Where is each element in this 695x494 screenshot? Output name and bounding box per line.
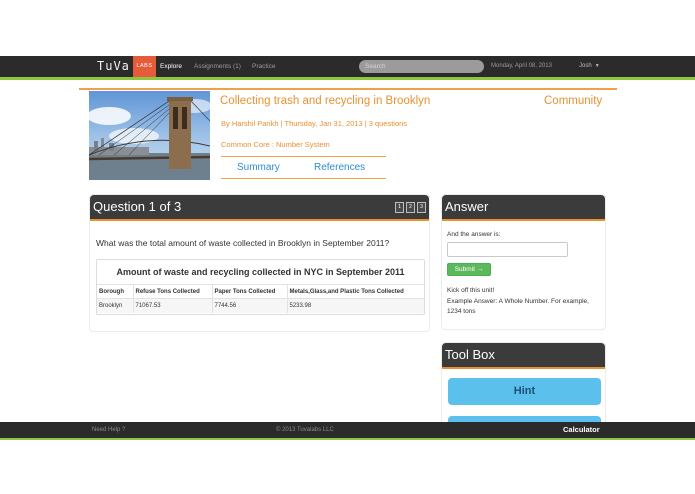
table-cell: 5233.98: [287, 298, 424, 313]
lesson-title: Collecting trash and recycling in Brookl…: [220, 95, 431, 107]
pager-button-3[interactable]: 3: [417, 202, 426, 213]
panel-header-accent: [442, 367, 605, 369]
table-cell: 7744.56: [212, 298, 288, 313]
labs-badge: LABS: [133, 56, 156, 77]
question-text: What was the total amount of waste colle…: [96, 238, 390, 248]
data-table: Borough Refuse Tons Collected Paper Tons…: [97, 284, 424, 313]
table-header-row: Borough Refuse Tons Collected Paper Tons…: [97, 284, 424, 299]
hint-button[interactable]: Hint: [448, 378, 601, 405]
table-row: Brooklyn 71067.53 7744.56 5233.98: [97, 298, 424, 313]
user-name: Josh: [579, 63, 592, 69]
table-cell: 71067.53: [133, 298, 213, 313]
community-link[interactable]: Community: [544, 95, 602, 107]
top-nav-accent-line: [0, 77, 695, 80]
panel-header-accent: [442, 219, 605, 221]
byline-separator: |: [364, 119, 367, 128]
data-table-title: Amount of waste and recycling collected …: [116, 267, 405, 277]
column-header: Refuse Tons Collected: [133, 284, 213, 299]
tabs-rule-bottom: [221, 178, 386, 179]
author-name[interactable]: By Harshil Parikh: [221, 119, 279, 128]
lesson-thumbnail-brooklyn-bridge: [89, 91, 210, 180]
toolbox-panel: Tool Box Hint: [441, 342, 606, 436]
column-header: Metals,Glass,and Plastic Tons Collected: [287, 284, 424, 299]
answer-panel-title: Answer: [445, 199, 489, 214]
submit-button[interactable]: Submit →: [447, 263, 491, 276]
answer-input[interactable]: [447, 242, 568, 257]
footer-accent-line: [0, 438, 695, 440]
table-cell: Brooklyn: [97, 298, 134, 313]
lesson-date: Thursday, Jan 31, 2013: [284, 119, 363, 128]
tabs-rule-top: [221, 156, 386, 157]
tuva-logo[interactable]: TuVa: [97, 58, 130, 75]
panel-header-accent: [90, 219, 429, 221]
copyright-text: © 2013 Tuvalabs LLC: [276, 427, 334, 433]
user-menu[interactable]: Josh ▼: [579, 56, 600, 77]
data-table-container: Amount of waste and recycling collected …: [96, 259, 425, 315]
common-core-standard[interactable]: Common Core : Number System: [221, 140, 330, 149]
pager-button-2[interactable]: 2: [406, 202, 415, 213]
column-header: Borough: [97, 284, 134, 299]
search-input[interactable]: [359, 60, 484, 73]
nav-item-explore[interactable]: Explore: [160, 56, 182, 77]
pager-button-1[interactable]: 1: [395, 202, 404, 213]
lesson-byline: By Harshil Parikh | Thursday, Jan 31, 2013…: [221, 119, 407, 128]
tab-references[interactable]: References: [314, 162, 365, 173]
byline-separator: |: [280, 119, 283, 128]
question-count: 3 questions: [368, 119, 408, 128]
need-help-link[interactable]: Need Help ?: [92, 422, 125, 438]
answer-label: And the answer is:: [447, 231, 501, 238]
example-answer-text: Example Answer: A Whole Number. For exam…: [447, 298, 589, 315]
question-panel-title: Question 1 of 3: [93, 199, 182, 214]
nav-item-practice[interactable]: Practice: [252, 56, 275, 77]
nav-item-assignments[interactable]: Assignments (1): [194, 56, 241, 77]
nav-date: Monday, April 08, 2013: [491, 63, 552, 69]
chevron-down-icon: ▼: [594, 63, 600, 69]
page: TuVa LABS Explore Assignments (1) Practi…: [0, 0, 695, 494]
column-header: Paper Tons Collected: [212, 284, 288, 299]
calculator-button[interactable]: Calculator: [563, 422, 600, 438]
question-panel: Question 1 of 3 1 2 3 What was the total…: [89, 194, 430, 332]
kick-off-text: Kick off this unit!: [447, 287, 495, 294]
header-rule: [79, 88, 617, 90]
toolbox-panel-title: Tool Box: [445, 347, 495, 362]
tab-summary[interactable]: Summary: [237, 162, 280, 173]
answer-panel: Answer And the answer is: Submit → Kick …: [441, 194, 606, 330]
bridge-image-icon: [89, 91, 210, 180]
